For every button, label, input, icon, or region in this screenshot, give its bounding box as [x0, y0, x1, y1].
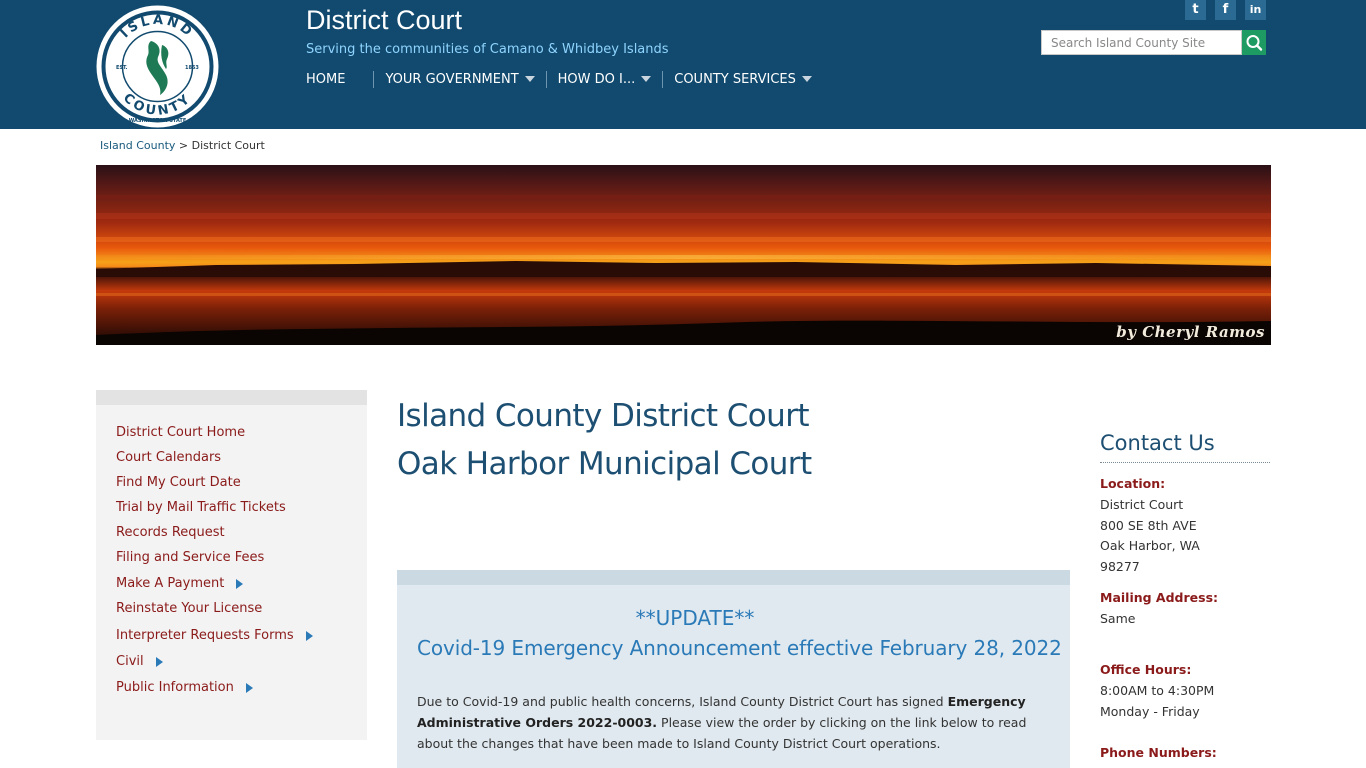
mailing-value: Same	[1100, 610, 1136, 626]
nav-divider	[373, 70, 375, 88]
sidebar-item-label: Public Information	[116, 680, 234, 695]
site-tagline: Serving the communities of Camano & Whid…	[306, 42, 669, 57]
chevron-down-icon	[801, 76, 812, 82]
sidebar-header-bar	[96, 390, 367, 405]
sidebar-item-reinstate-license[interactable]: Reinstate Your License	[116, 601, 262, 616]
site-header: ISLAND COUNTY WASHINGTON STATE EST. 1853…	[0, 0, 1366, 129]
contact-hours: Office Hours: 8:00AM to 4:30PM Monday - …	[1100, 660, 1214, 722]
sidebar-item-label: Civil	[116, 654, 144, 669]
sidebar-item-civil[interactable]: Civil	[116, 654, 163, 669]
sidebar-item-district-court-home[interactable]: District Court Home	[116, 425, 245, 440]
sidebar-item-label: Make A Payment	[116, 576, 225, 591]
search-button[interactable]	[1242, 30, 1266, 55]
nav-county-services[interactable]: COUNTY SERVICES	[674, 72, 812, 87]
sidebar-item-label: Records Request	[116, 525, 225, 540]
breadcrumb-current: District Court	[191, 139, 265, 152]
sidebar-item-label: Court Calendars	[116, 450, 222, 465]
nav-your-government[interactable]: YOUR GOVERNMENT	[385, 71, 535, 87]
nav-how-do-i[interactable]: HOW DO I...	[558, 72, 652, 87]
sidebar-item-interpreter-requests[interactable]: Interpreter Requests Forms	[116, 628, 313, 643]
linkedin-icon[interactable]: in	[1245, 0, 1266, 20]
search-input[interactable]	[1041, 30, 1242, 55]
contact-phone: Phone Numbers:	[1100, 743, 1217, 764]
hours-label: Office Hours:	[1100, 662, 1192, 677]
nav-how-do-i-label: HOW DO I...	[557, 71, 636, 87]
logo-est-label: EST.	[116, 65, 128, 71]
sidebar-item-trial-by-mail[interactable]: Trial by Mail Traffic Tickets	[116, 500, 286, 515]
location-line: Oak Harbor, WA	[1100, 538, 1200, 554]
sidebar-item-label: Reinstate Your License	[116, 601, 263, 616]
facebook-icon[interactable]: f	[1215, 0, 1236, 20]
banner-photo-credit: by Cheryl Ramos	[1116, 323, 1265, 341]
main-nav: HOME YOUR GOVERNMENT HOW DO I... COUNTY …	[306, 70, 812, 88]
logo-state-text: WASHINGTON STATE	[129, 118, 187, 124]
chevron-down-icon	[641, 76, 652, 82]
sidebar-item-records-request[interactable]: Records Request	[116, 525, 225, 540]
page-title-line1: Island County District Court	[397, 398, 810, 434]
phone-label: Phone Numbers:	[1100, 745, 1217, 760]
breadcrumb-separator: >	[178, 139, 189, 152]
location-line: 800 SE 8th AVE	[1100, 517, 1197, 533]
contact-mailing: Mailing Address: Same	[1100, 588, 1218, 630]
sidebar-item-label: Find My Court Date	[116, 475, 241, 490]
sidebar: District Court Home Court Calendars Find…	[96, 390, 367, 740]
announcement-update-label: **UPDATE**	[635, 606, 755, 630]
sidebar-item-public-information[interactable]: Public Information	[116, 680, 253, 695]
page-title-line2: Oak Harbor Municipal Court	[397, 446, 812, 482]
location-line: 98277	[1100, 559, 1140, 575]
submenu-arrow-icon	[305, 630, 313, 641]
mailing-label: Mailing Address:	[1100, 590, 1219, 605]
announcement-body: Due to Covid-19 and public health concer…	[417, 691, 1047, 754]
sidebar-item-label: Filing and Service Fees	[116, 550, 265, 565]
location-line: District Court	[1100, 496, 1184, 512]
nav-home[interactable]: HOME	[306, 72, 345, 87]
sidebar-item-court-calendars[interactable]: Court Calendars	[116, 450, 221, 465]
twitter-icon[interactable]: t	[1185, 0, 1206, 20]
sidebar-item-find-my-court-date[interactable]: Find My Court Date	[116, 475, 241, 490]
sidebar-item-label: Interpreter Requests Forms	[116, 628, 294, 643]
sidebar-item-make-a-payment[interactable]: Make A Payment	[116, 576, 244, 591]
announcement-headline: Covid-19 Emergency Announcement effectiv…	[417, 636, 1062, 660]
chevron-down-icon	[524, 76, 535, 82]
breadcrumb: Island County > District Court	[100, 139, 265, 152]
breadcrumb-island-county[interactable]: Island County	[100, 139, 175, 152]
submenu-arrow-icon	[155, 656, 163, 667]
sunset-banner: by Cheryl Ramos	[96, 165, 1271, 345]
location-label: Location:	[1100, 476, 1166, 491]
sidebar-item-label: Trial by Mail Traffic Tickets	[116, 500, 286, 515]
sidebar-item-filing-fees[interactable]: Filing and Service Fees	[116, 550, 264, 565]
hours-line: 8:00AM to 4:30PM	[1100, 682, 1215, 698]
covid-announcement: **UPDATE** Covid-19 Emergency Announceme…	[397, 570, 1070, 768]
sidebar-item-label: District Court Home	[116, 425, 246, 440]
nav-county-services-label: COUNTY SERVICES	[674, 71, 796, 87]
island-county-logo[interactable]: ISLAND COUNTY WASHINGTON STATE EST. 1853	[96, 5, 219, 128]
page-title: Island County District Court Oak Harbor …	[397, 392, 812, 488]
contact-location: Location: District Court 800 SE 8th AVE …	[1100, 474, 1200, 578]
logo-est-year: 1853	[185, 65, 199, 71]
announcement-body-intro: Due to Covid-19 and public health concer…	[417, 694, 948, 709]
announcement-header-bar	[397, 570, 1070, 585]
contact-divider	[1100, 462, 1270, 463]
submenu-arrow-icon	[236, 578, 244, 589]
nav-divider	[545, 70, 547, 88]
site-title: District Court	[306, 5, 463, 35]
nav-your-government-label: YOUR GOVERNMENT	[385, 71, 519, 87]
nav-divider	[662, 70, 664, 88]
contact-us-heading: Contact Us	[1100, 431, 1215, 455]
hours-line: Monday - Friday	[1100, 703, 1200, 719]
search-icon	[1246, 35, 1263, 51]
nav-home-label: HOME	[306, 71, 346, 87]
submenu-arrow-icon	[245, 682, 253, 693]
sunset-image	[96, 165, 1271, 345]
